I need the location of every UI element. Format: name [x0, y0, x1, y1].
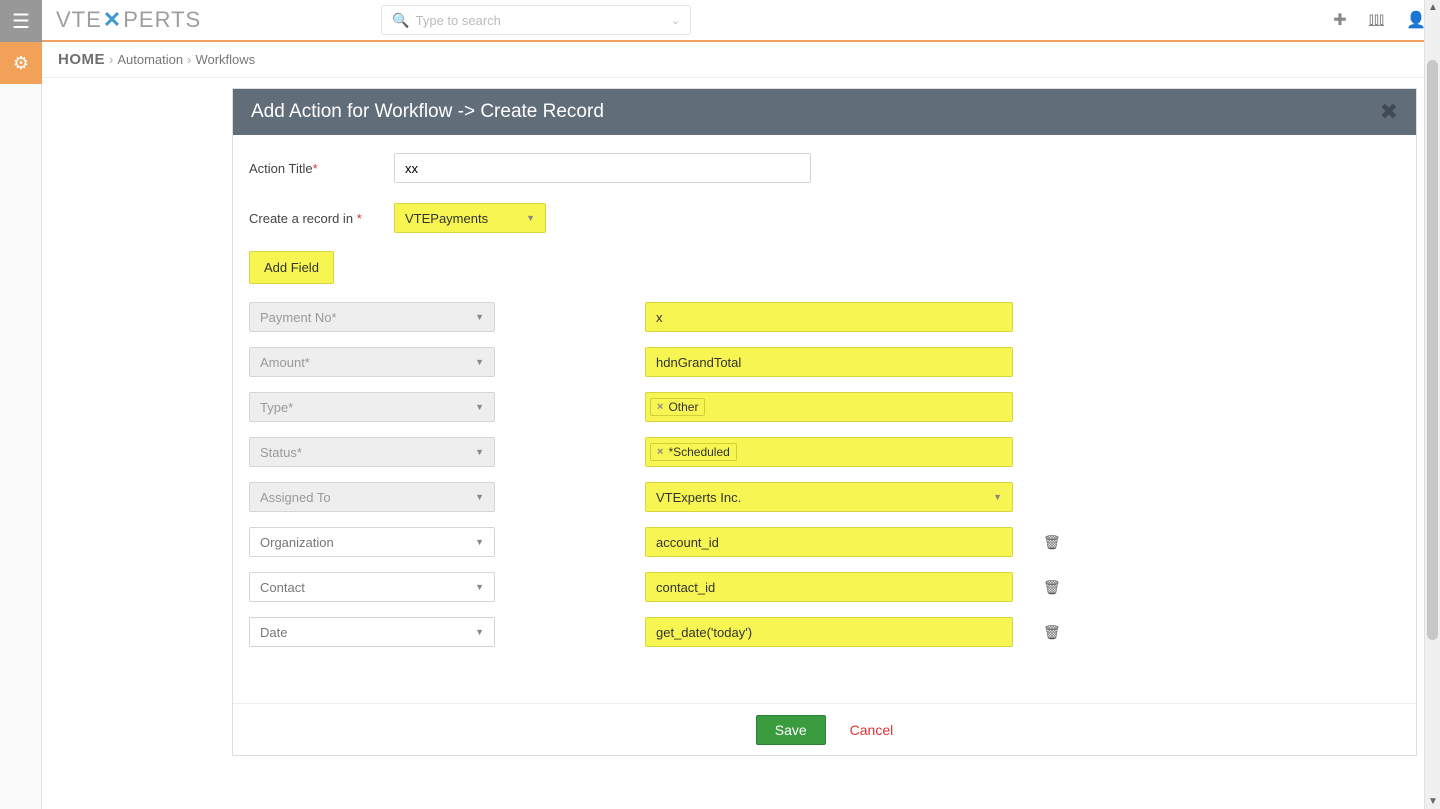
field-value-select[interactable]: VTExperts Inc. ▼: [645, 482, 1013, 512]
field-label: Organization: [260, 535, 334, 550]
field-label: Amount*: [260, 355, 310, 370]
tag[interactable]: × Other: [650, 398, 705, 416]
left-rail: ☰ ⚙: [0, 0, 42, 809]
field-value-tagbox[interactable]: × *Scheduled: [645, 437, 1013, 467]
field-value-input[interactable]: [645, 617, 1013, 647]
caret-icon: ▼: [475, 447, 484, 457]
gear-icon: ⚙: [13, 53, 29, 74]
panel-header: Add Action for Workflow -> Create Record…: [233, 89, 1416, 135]
search-icon: 🔍: [392, 12, 409, 29]
tag[interactable]: × *Scheduled: [650, 443, 737, 461]
select-value: VTExperts Inc.: [656, 490, 741, 505]
panel: Add Action for Workflow -> Create Record…: [232, 88, 1417, 756]
scroll-down-icon[interactable]: ▼: [1428, 796, 1438, 807]
field-value-input[interactable]: [645, 347, 1013, 377]
action-title-label: Action Title*: [249, 161, 394, 176]
search-input[interactable]: [416, 13, 671, 28]
trash-icon[interactable]: 🗑: [1043, 579, 1061, 596]
chevron-right-icon: ›: [187, 52, 191, 67]
field-row: Amount* ▼: [249, 347, 1400, 377]
hamburger-menu[interactable]: ☰: [0, 0, 42, 42]
field-value-input[interactable]: [645, 572, 1013, 602]
field-row: Organization ▼ 🗑: [249, 527, 1400, 557]
field-label: Status*: [260, 445, 302, 460]
create-in-select[interactable]: VTEPayments ▼: [394, 203, 546, 233]
chart-icon[interactable]: ⫾⫾⫾: [1369, 11, 1384, 29]
field-row: Assigned To ▼ VTExperts Inc. ▼: [249, 482, 1400, 512]
scrollbar-thumb[interactable]: [1427, 60, 1438, 640]
caret-icon: ▼: [475, 492, 484, 502]
trash-icon[interactable]: 🗑: [1043, 534, 1061, 551]
save-button[interactable]: Save: [756, 715, 826, 745]
field-name-select[interactable]: Status* ▼: [249, 437, 495, 467]
user-icon[interactable]: 👤: [1406, 10, 1426, 30]
field-label: Assigned To: [260, 490, 331, 505]
trash-icon[interactable]: 🗑: [1043, 624, 1061, 641]
field-name-select[interactable]: Amount* ▼: [249, 347, 495, 377]
chevron-right-icon: ›: [109, 52, 113, 67]
caret-icon: ▼: [475, 582, 484, 592]
field-grid: Payment No* ▼ Amount* ▼ Type* ▼ × Other Status* ▼…: [249, 302, 1400, 647]
logo: VTE✕PERTS: [56, 7, 201, 33]
field-value-tagbox[interactable]: × Other: [645, 392, 1013, 422]
caret-icon: ▼: [475, 312, 484, 322]
field-label: Type*: [260, 400, 293, 415]
caret-icon: ▼: [526, 213, 535, 223]
field-name-select[interactable]: Payment No* ▼: [249, 302, 495, 332]
add-field-button[interactable]: Add Field: [249, 251, 334, 284]
tag-label: Other: [668, 400, 698, 414]
scroll-up-icon[interactable]: ▲: [1428, 2, 1438, 13]
caret-icon: ▼: [475, 537, 484, 547]
settings-button[interactable]: ⚙: [0, 42, 42, 84]
breadcrumb-home[interactable]: HOME: [58, 51, 105, 68]
field-label: Payment No*: [260, 310, 337, 325]
field-row: Date ▼ 🗑: [249, 617, 1400, 647]
caret-icon: ▼: [475, 627, 484, 637]
close-icon[interactable]: ✖: [1380, 99, 1398, 125]
field-name-select[interactable]: Type* ▼: [249, 392, 495, 422]
panel-footer: Save Cancel: [233, 703, 1416, 755]
breadcrumb: HOME › Automation › Workflows: [42, 42, 1440, 78]
field-value-input[interactable]: [645, 527, 1013, 557]
field-row: Payment No* ▼: [249, 302, 1400, 332]
field-row: Type* ▼ × Other: [249, 392, 1400, 422]
scrollbar[interactable]: ▲ ▼: [1424, 0, 1440, 809]
topbar: VTE✕PERTS 🔍 ⌄ ✚ ⫾⫾⫾ 👤: [42, 0, 1440, 42]
search-box[interactable]: 🔍 ⌄: [381, 5, 691, 35]
caret-icon: ▼: [475, 357, 484, 367]
create-in-label: Create a record in *: [249, 211, 394, 226]
action-title-input[interactable]: [394, 153, 811, 183]
breadcrumb-workflows[interactable]: Workflows: [195, 52, 255, 67]
tag-remove-icon[interactable]: ×: [657, 401, 663, 413]
tag-remove-icon[interactable]: ×: [657, 446, 663, 458]
add-icon[interactable]: ✚: [1333, 10, 1346, 30]
caret-icon: ▼: [475, 402, 484, 412]
field-label: Contact: [260, 580, 305, 595]
field-row: Contact ▼ 🗑: [249, 572, 1400, 602]
field-name-select[interactable]: Contact ▼: [249, 572, 495, 602]
panel-title: Add Action for Workflow -> Create Record: [251, 101, 604, 123]
field-name-select[interactable]: Assigned To ▼: [249, 482, 495, 512]
cancel-button[interactable]: Cancel: [850, 722, 894, 738]
chevron-down-icon[interactable]: ⌄: [671, 14, 680, 27]
field-label: Date: [260, 625, 287, 640]
caret-icon: ▼: [993, 492, 1002, 502]
field-row: Status* ▼ × *Scheduled: [249, 437, 1400, 467]
breadcrumb-automation[interactable]: Automation: [117, 52, 183, 67]
field-value-input[interactable]: [645, 302, 1013, 332]
menu-icon: ☰: [12, 9, 30, 34]
field-name-select[interactable]: Date ▼: [249, 617, 495, 647]
tag-label: *Scheduled: [668, 445, 729, 459]
field-name-select[interactable]: Organization ▼: [249, 527, 495, 557]
